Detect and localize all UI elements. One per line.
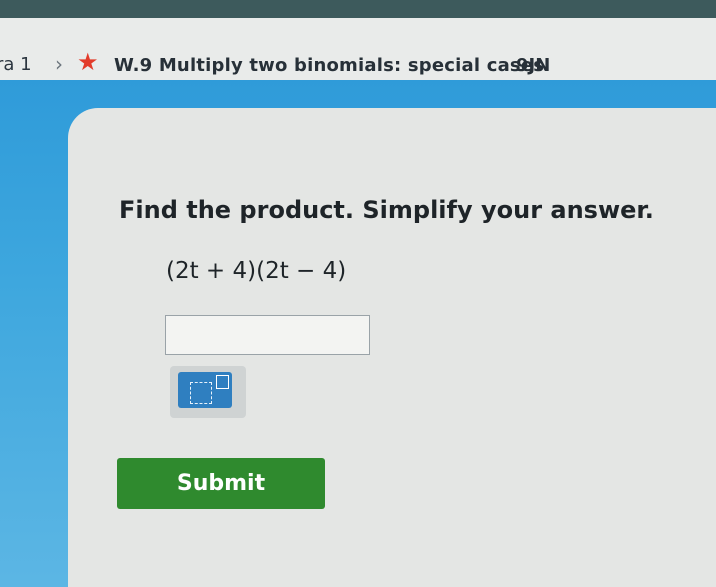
chevron-right-icon: › xyxy=(55,52,63,76)
skill-title: W.9 Multiply two binomials: special case… xyxy=(114,55,545,76)
submit-button[interactable]: Submit xyxy=(117,458,325,509)
question-prompt: Find the product. Simplify your answer. xyxy=(119,196,654,224)
skill-code: 9JN xyxy=(516,55,551,76)
breadcrumb-course[interactable]: ra 1 xyxy=(0,54,32,75)
breadcrumb: ra 1 › ★ W.9 Multiply two binomials: spe… xyxy=(0,18,716,80)
top-nav-bar xyxy=(0,0,716,18)
answer-input[interactable] xyxy=(165,315,370,355)
exponent-power-box xyxy=(216,375,229,389)
star-icon: ★ xyxy=(77,48,99,76)
question-expression: (2t + 4)(2t − 4) xyxy=(166,258,347,284)
exponent-keypad-icon xyxy=(178,372,232,408)
exponent-keypad-button[interactable] xyxy=(170,366,246,418)
exponent-base-box xyxy=(190,382,212,404)
